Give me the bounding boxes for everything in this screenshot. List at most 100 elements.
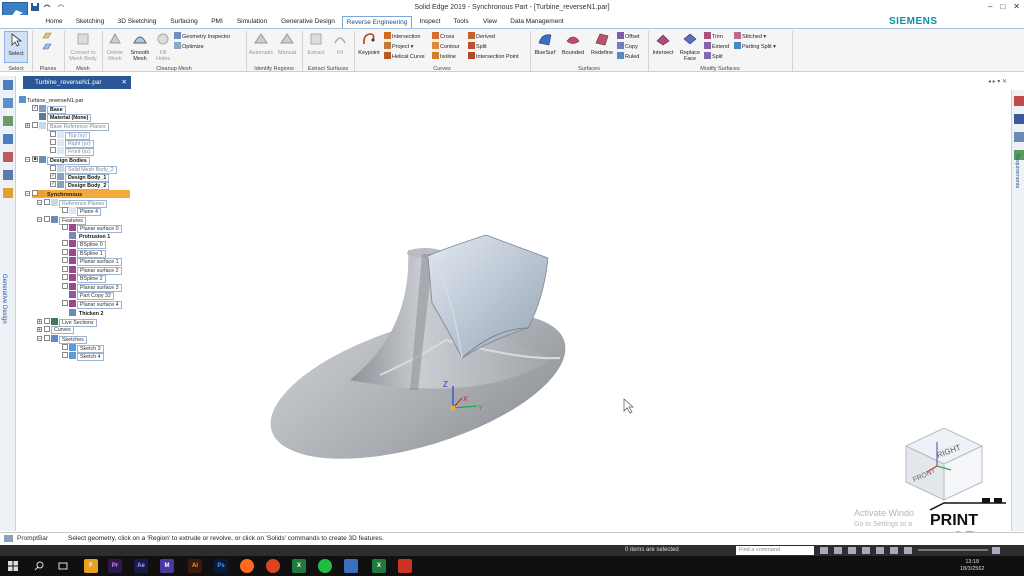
pan-icon[interactable] bbox=[862, 547, 870, 554]
tree-features[interactable]: − Features bbox=[37, 216, 86, 225]
intersection-point-button[interactable]: Intersection Point bbox=[468, 52, 519, 61]
tree-bspline-0[interactable]: BSpline 0 bbox=[62, 240, 106, 249]
contour-button[interactable]: Contour bbox=[432, 42, 460, 51]
bluesurf-button[interactable]: BlueSurf bbox=[532, 31, 558, 56]
smooth-mesh-button[interactable]: Smooth Mesh bbox=[128, 31, 152, 62]
illustrator-app-icon[interactable]: Ai bbox=[188, 559, 202, 573]
task-view-icon[interactable] bbox=[58, 561, 68, 571]
file-manager-app-icon[interactable]: F bbox=[84, 559, 98, 573]
isoline-button[interactable]: Isoline bbox=[432, 52, 456, 61]
zoom-icon[interactable] bbox=[834, 547, 842, 554]
coincident-plane-icon[interactable] bbox=[42, 43, 52, 51]
tree-curves[interactable]: + Curves bbox=[37, 326, 74, 334]
view-cube[interactable]: FRONT RIGHT bbox=[904, 427, 984, 501]
line-app-icon[interactable] bbox=[318, 559, 332, 573]
family-of-parts-icon[interactable] bbox=[3, 152, 13, 162]
tree-front-plane[interactable]: Front (xz) bbox=[50, 147, 94, 156]
excel-2-app-icon[interactable]: X bbox=[372, 559, 386, 573]
fit-icon[interactable] bbox=[848, 547, 856, 554]
minimize-icon[interactable]: – bbox=[988, 2, 992, 11]
tree-design-body-1[interactable]: ✓ Design Body_1 bbox=[50, 173, 110, 182]
extract-button[interactable]: Extract bbox=[304, 31, 328, 56]
graphics-viewport[interactable]: Z X Y FRONT RIGHT bbox=[150, 90, 1010, 530]
tree-sketch-4[interactable]: Sketch 4 bbox=[62, 352, 104, 361]
tree-base-ref-planes[interactable]: + Base Reference Planes bbox=[25, 122, 109, 131]
zoom-area-icon[interactable] bbox=[820, 547, 828, 554]
replace-face-button[interactable]: Replace Face bbox=[677, 31, 703, 62]
chrome-app-icon[interactable] bbox=[266, 559, 280, 573]
offset-button[interactable]: Offset bbox=[617, 32, 640, 41]
rotate-icon[interactable] bbox=[876, 547, 884, 554]
prompt-bar-label[interactable]: PromptBar bbox=[17, 535, 48, 542]
windows-start-icon[interactable] bbox=[8, 561, 18, 571]
properties-icon[interactable] bbox=[1014, 132, 1024, 142]
convert-to-mesh-body-button[interactable]: Convert to Mesh Body bbox=[67, 31, 99, 62]
media-app-icon[interactable]: M bbox=[160, 559, 174, 573]
view-style-icon[interactable] bbox=[890, 547, 898, 554]
facebook-icon[interactable] bbox=[1014, 114, 1024, 124]
maximize-icon[interactable]: □ bbox=[1000, 2, 1005, 11]
plane-icon[interactable] bbox=[42, 32, 52, 40]
tab-navigation[interactable]: ◂ ▸ ▾ ✕ bbox=[988, 78, 1007, 85]
ruled-button[interactable]: Ruled bbox=[617, 52, 639, 61]
tree-planar-surface-0[interactable]: Planar surface 0 bbox=[62, 224, 122, 233]
tree-part-copy-32[interactable]: Part Copy 32 bbox=[69, 291, 114, 300]
requirements-label[interactable]: Requirements bbox=[1014, 154, 1020, 188]
document-tab[interactable]: Turbine_reverseN1.par ✕ bbox=[23, 76, 131, 89]
tree-thicken-2[interactable]: Thicken 2 bbox=[69, 309, 106, 317]
manual-button[interactable]: Manual bbox=[275, 31, 299, 56]
tree-sketches[interactable]: − Sketches bbox=[37, 335, 87, 344]
library-icon[interactable] bbox=[3, 116, 13, 126]
copy-button[interactable]: Copy bbox=[617, 42, 638, 51]
prompt-bar-icon[interactable] bbox=[4, 535, 13, 542]
intersect-button[interactable]: Intersect bbox=[650, 31, 676, 56]
search-icon[interactable] bbox=[34, 561, 44, 571]
stitched-button[interactable]: Stitched ▾ bbox=[734, 32, 766, 41]
photoshop-app-icon[interactable]: Ps bbox=[214, 559, 228, 573]
tree-synchronous[interactable]: − Synchronous bbox=[25, 190, 82, 198]
trim-button[interactable]: Trim bbox=[704, 32, 723, 41]
redefine-button[interactable]: Redefine bbox=[588, 31, 616, 56]
optimize-button[interactable]: Optimize bbox=[174, 42, 204, 51]
fill-holes-button[interactable]: Fill Holes bbox=[153, 31, 173, 62]
zoom-in-icon[interactable] bbox=[992, 547, 1000, 554]
tree-planar-surface-4[interactable]: Planar surface 4 bbox=[62, 300, 122, 309]
parting-split-button[interactable]: Parting Split ▾ bbox=[734, 42, 776, 51]
cross-button[interactable]: Cross bbox=[432, 32, 454, 41]
excel-app-icon[interactable]: X bbox=[292, 559, 306, 573]
tree-right-plane[interactable]: Right (yz) bbox=[50, 139, 94, 148]
split-surface-button[interactable]: Split bbox=[704, 52, 723, 61]
firefox-app-icon[interactable] bbox=[240, 559, 254, 573]
tree-design-bodies[interactable]: − ■ Design Bodies bbox=[25, 156, 90, 165]
views-icon[interactable] bbox=[904, 547, 912, 554]
tree-live-sections[interactable]: + Live Sections bbox=[37, 318, 97, 327]
select-button[interactable]: Select bbox=[4, 31, 28, 63]
generative-design-label[interactable]: Generative Design bbox=[1, 274, 7, 324]
layers-icon[interactable] bbox=[3, 98, 13, 108]
bounded-button[interactable]: Bounded bbox=[559, 31, 587, 56]
tree-planar-surface-1[interactable]: Planar surface 1 bbox=[62, 257, 122, 266]
tree-bspline-1[interactable]: BSpline 1 bbox=[62, 249, 106, 258]
tree-bspline-2[interactable]: BSpline 2 bbox=[62, 274, 106, 283]
split-curve-button[interactable]: Split bbox=[468, 42, 487, 51]
tree-reference-planes[interactable]: − Reference Planes bbox=[37, 199, 108, 208]
find-command-input[interactable]: Find a command bbox=[736, 546, 814, 555]
tree-sketch-3[interactable]: Sketch 3 bbox=[62, 344, 104, 353]
tree-solid-mesh-body[interactable]: Solid Mesh Body_2 bbox=[50, 165, 117, 174]
helical-curve-button[interactable]: Helical Curve bbox=[384, 52, 425, 61]
delete-mesh-button[interactable]: Delete Mesh bbox=[104, 31, 126, 62]
derived-button[interactable]: Derived bbox=[468, 32, 495, 41]
tree-planar-surface-2[interactable]: Planar surface 2 bbox=[62, 266, 122, 275]
save-icon[interactable] bbox=[30, 2, 40, 12]
geometry-inspector-button[interactable]: Geometry Inspector bbox=[174, 32, 230, 41]
premiere-app-icon[interactable]: Pr bbox=[108, 559, 122, 573]
undo-icon[interactable] bbox=[42, 2, 52, 12]
tree-planar-surface-3[interactable]: Planar surface 3 bbox=[62, 283, 122, 292]
zoom-slider[interactable] bbox=[918, 549, 988, 551]
tree-plane-4[interactable]: Plane 4 bbox=[62, 207, 101, 216]
generative-design-icon[interactable] bbox=[3, 188, 13, 198]
solid-edge-app-icon[interactable] bbox=[344, 559, 358, 573]
automatic-button[interactable]: Automatic bbox=[248, 31, 274, 56]
feature-library-icon[interactable] bbox=[3, 170, 13, 180]
tree-design-body-2[interactable]: ✓ Design Body_2 bbox=[50, 181, 110, 190]
